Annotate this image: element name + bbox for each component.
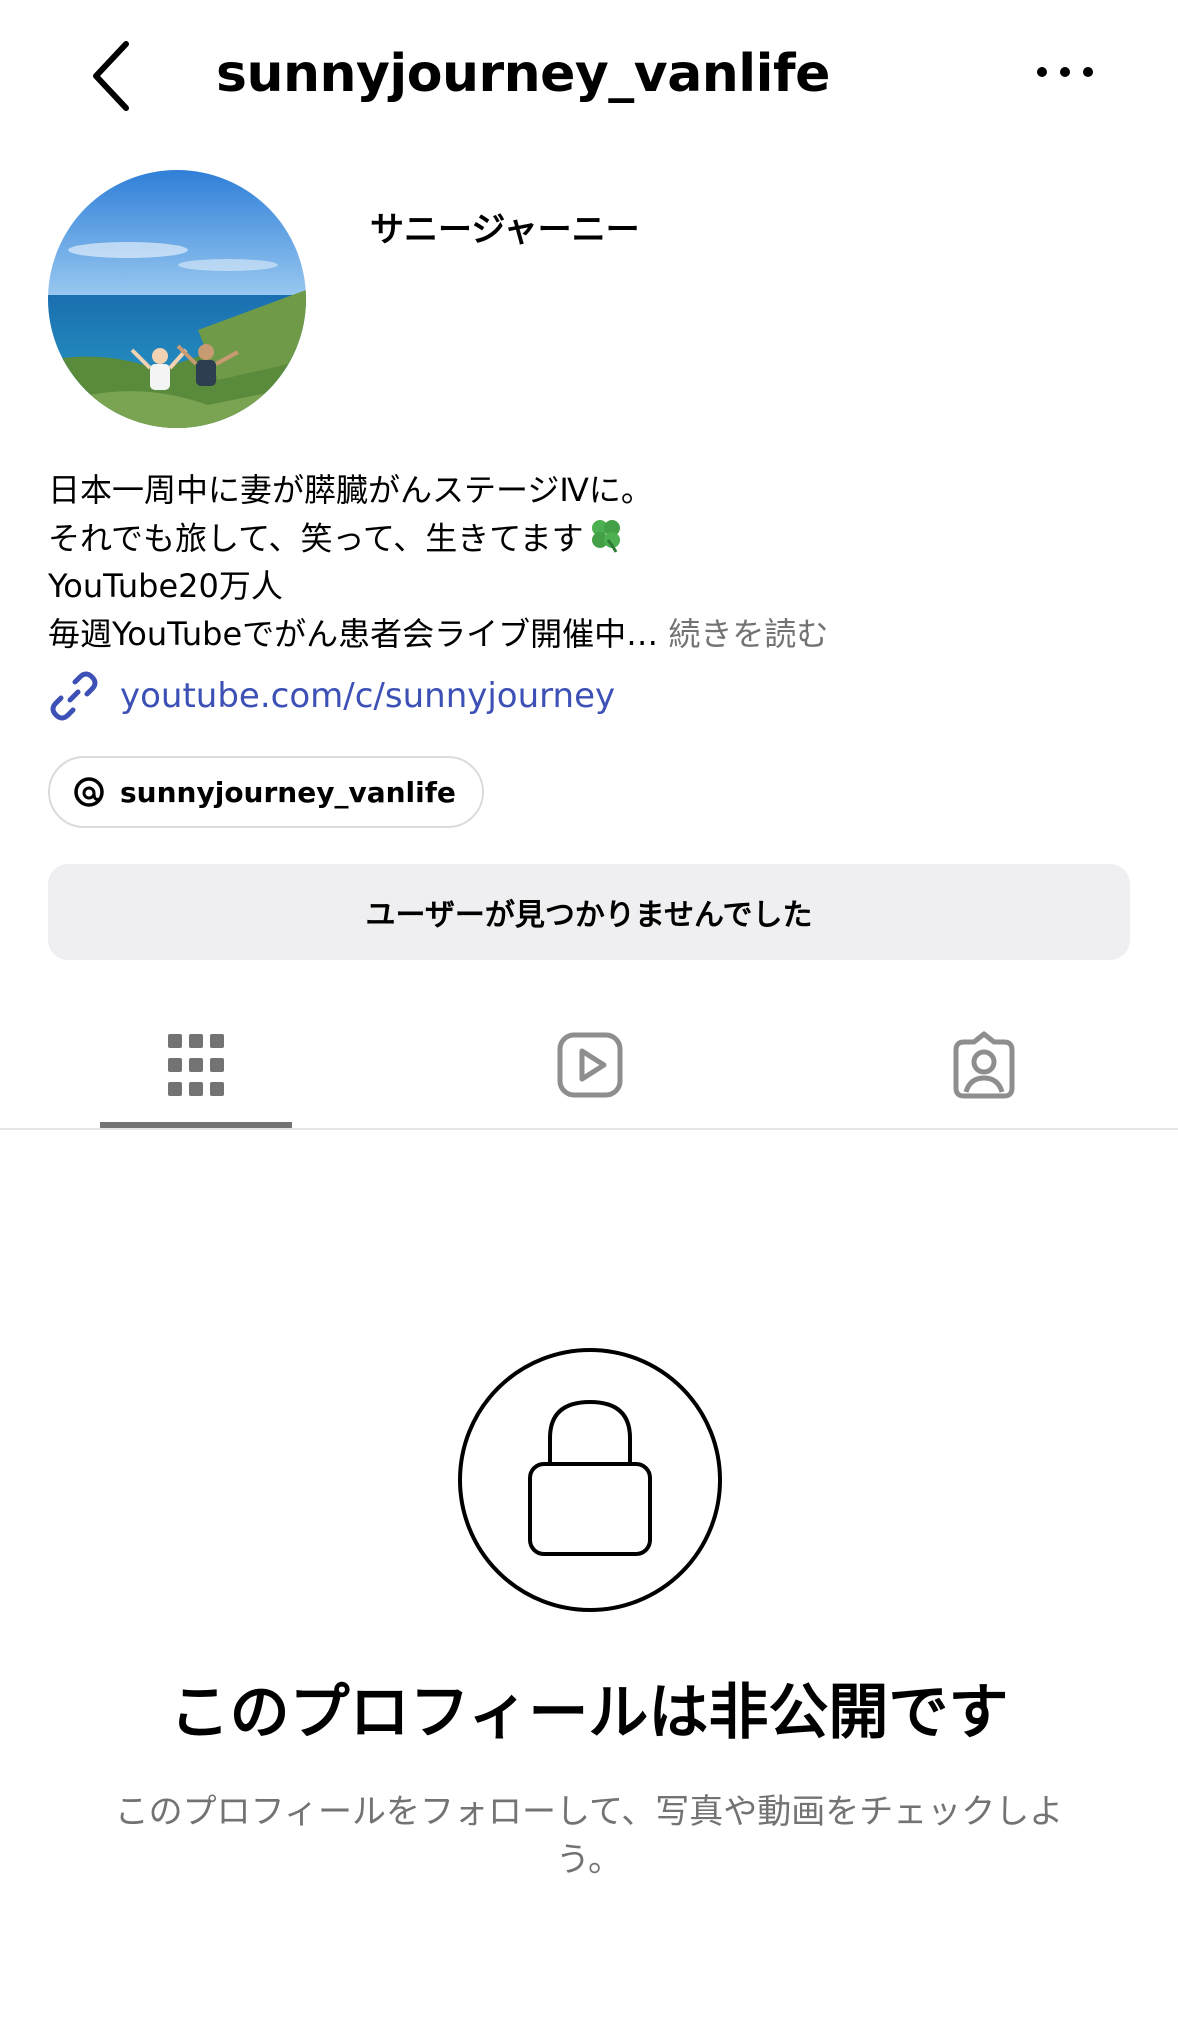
status-message: ユーザーが見つかりませんでした <box>365 898 813 933</box>
reels-icon <box>557 1032 623 1098</box>
tab-reels[interactable] <box>530 1010 650 1120</box>
more-horizontal-icon <box>1037 67 1093 77</box>
tab-posts[interactable] <box>136 1010 256 1120</box>
more-options-button[interactable] <box>1030 50 1100 90</box>
link-text[interactable]: youtube.com/c/sunnyjourney <box>120 676 615 716</box>
bio-line-text: 毎週YouTubeでがん患者会ライブ開催中… <box>48 615 659 653</box>
external-link[interactable]: youtube.com/c/sunnyjourney <box>48 668 615 724</box>
lock-icon <box>458 1348 722 1612</box>
profile-screen: sunnyjourney_vanlife サニージャーニー 日本一周中に妻が膵臓… <box>0 0 1178 2026</box>
read-more-link[interactable]: 続きを読む <box>668 615 828 653</box>
bio-line-text: それでも旅して、笑って、生きてます <box>48 519 584 558</box>
avatar-photo <box>48 170 306 428</box>
bio-line: 日本一周中に妻が膵臓がんステージⅣに。 <box>48 471 653 509</box>
tagged-person-icon <box>953 1031 1015 1099</box>
bio-line: それでも旅して、笑って、生きてます <box>48 514 1138 562</box>
private-subtitle: このプロフィールをフォローして、写真や動画をチェックしよう。 <box>114 1792 1064 1880</box>
grid-icon <box>168 1034 224 1096</box>
display-name: サニージャーニー <box>370 210 640 250</box>
tab-tagged[interactable] <box>924 1010 1044 1120</box>
avatar[interactable] <box>48 170 306 428</box>
status-banner: ユーザーが見つかりませんでした <box>48 864 1130 960</box>
threads-handle: sunnyjourney_vanlife <box>120 775 456 809</box>
bio-line: 毎週YouTubeでがん患者会ライブ開催中… 続きを読む <box>48 610 1138 658</box>
threads-badge[interactable]: sunnyjourney_vanlife <box>48 756 484 828</box>
private-lock <box>456 1346 724 1614</box>
profile-username: sunnyjourney_vanlife <box>216 44 830 104</box>
link-icon <box>50 671 98 721</box>
clover-icon <box>586 514 626 567</box>
tabs-divider <box>0 1128 1178 1130</box>
private-title: このプロフィールは非公開です <box>169 1678 1009 1748</box>
bio: 日本一周中に妻が膵臓がんステージⅣに。 それでも旅して、笑って、生きてます Yo… <box>48 466 1138 658</box>
chevron-left-icon <box>93 41 129 111</box>
back-button[interactable] <box>80 36 144 116</box>
bio-line: YouTube20万人 <box>48 567 283 605</box>
threads-icon <box>74 777 104 807</box>
